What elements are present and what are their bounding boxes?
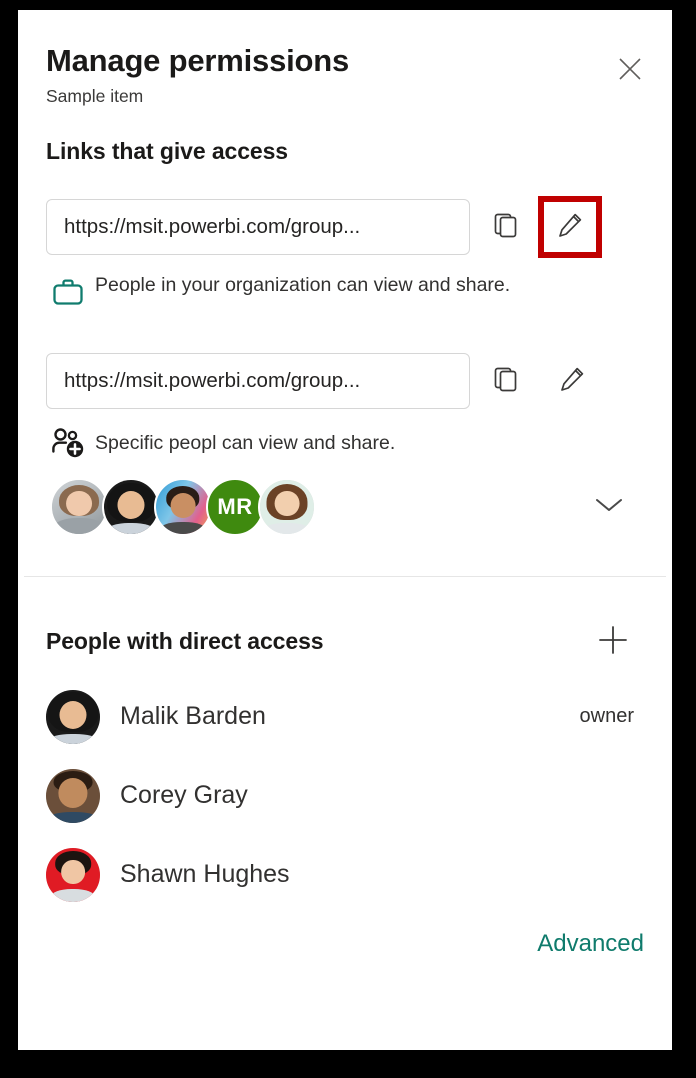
person-row[interactable]: Shawn Hughes [46,847,644,902]
person-name: Corey Gray [120,781,248,810]
avatar [46,768,100,823]
edit-link-button[interactable] [538,195,602,258]
avatar [46,847,100,902]
link-row: https://msit.powerbi.com/group... [46,195,644,258]
person-name: Shawn Hughes [120,860,290,889]
copy-icon [492,365,520,396]
person-role: owner [579,705,634,728]
links-section: Links that give access https://msit.powe… [18,107,672,536]
briefcase-icon [51,272,95,309]
copy-icon [492,211,520,242]
close-icon [617,56,643,85]
avatar-initials[interactable]: MR [206,477,264,536]
direct-access-section: People with direct access Malik Barden o… [18,619,672,902]
advanced-link[interactable]: Advanced [537,930,644,958]
dialog-title: Manage permissions [46,43,350,78]
pencil-icon [558,365,586,396]
close-button[interactable] [610,50,650,90]
link-url-field[interactable]: https://msit.powerbi.com/group... [46,198,470,255]
avatar[interactable] [102,477,160,536]
link-permission-row: Specific peopl can view and share. [46,427,644,461]
plus-icon [597,624,629,659]
copy-link-button[interactable] [480,355,532,407]
link-row: https://msit.powerbi.com/group... [46,352,644,409]
shared-avatars: MR [46,477,644,536]
link-permission-row: People in your organization can view and… [46,272,644,309]
copy-link-button[interactable] [480,201,532,253]
manage-permissions-dialog: Manage permissions Sample item Links tha… [18,10,672,1050]
avatar[interactable] [258,477,316,536]
edit-link-button[interactable] [546,355,598,407]
add-people-button[interactable] [590,619,636,665]
section-divider [24,575,666,577]
dialog-subtitle: Sample item [46,85,144,106]
chevron-down-icon [594,496,624,517]
direct-access-heading: People with direct access [46,628,324,655]
person-name: Malik Barden [120,702,266,731]
people-add-icon [51,427,95,461]
person-row[interactable]: Corey Gray [46,768,644,823]
avatar[interactable] [154,477,212,536]
links-section-heading: Links that give access [46,137,288,164]
avatar-initials-text: MR [217,493,253,519]
expand-avatars-button[interactable] [586,484,632,530]
direct-access-header: People with direct access [46,619,644,665]
person-row[interactable]: Malik Barden owner [46,689,644,744]
avatar[interactable] [50,477,108,536]
pencil-icon [556,211,584,242]
link-permission-text: Specific peopl can view and share. [95,432,396,455]
footer: Advanced [18,902,672,958]
link-permission-text: People in your organization can view and… [95,273,511,296]
link-url-field[interactable]: https://msit.powerbi.com/group... [46,352,470,409]
dialog-header: Manage permissions Sample item [18,10,672,107]
avatar [46,689,100,744]
